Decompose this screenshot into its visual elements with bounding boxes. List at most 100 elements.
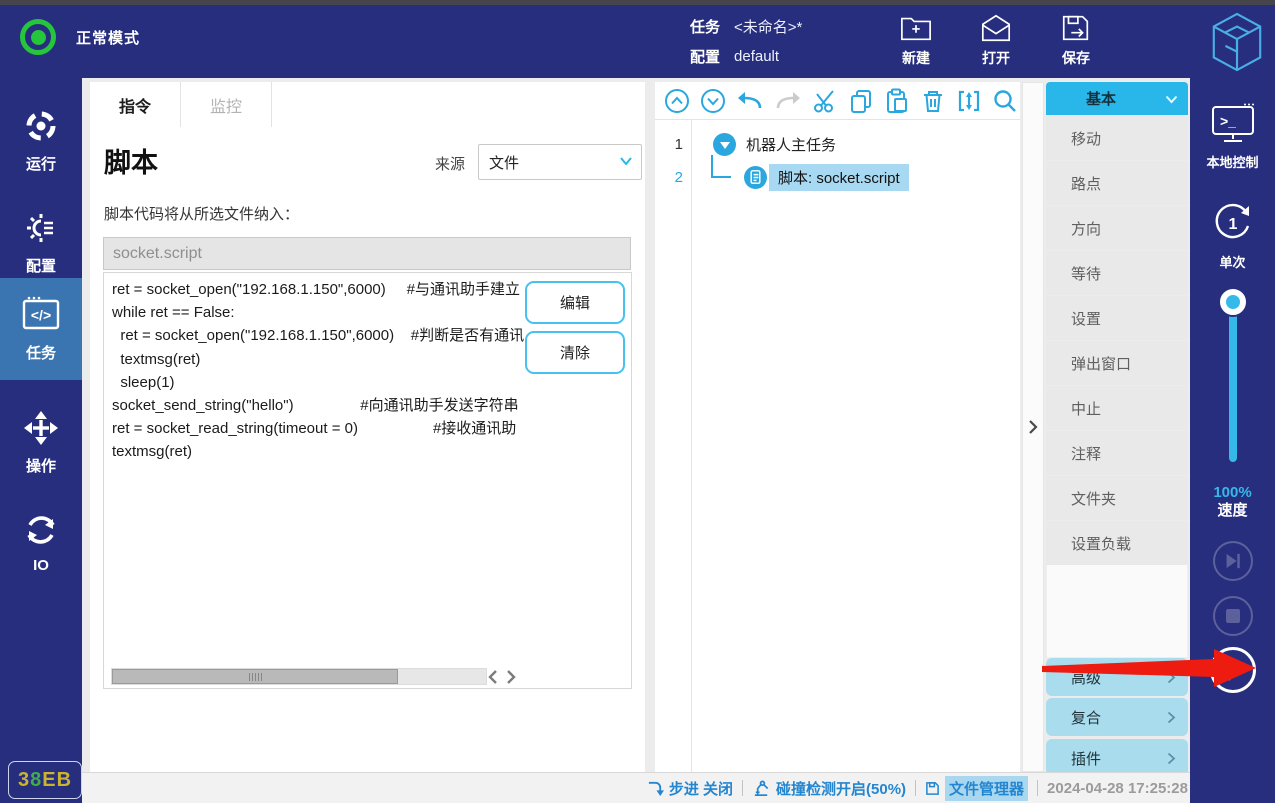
gutter-divider <box>691 120 692 772</box>
code-line: sleep(1) <box>112 371 623 394</box>
control-rail: >_ 本地控制 1 单次 100% 速度 <box>1190 78 1275 803</box>
clear-button[interactable]: 清除 <box>525 331 625 374</box>
step-mode-toggle[interactable]: 步进 关闭 <box>647 778 733 799</box>
local-control-button[interactable]: >_ 本地控制 <box>1190 102 1275 171</box>
tree-row-script[interactable]: 2 脚本: socket.script <box>655 163 909 191</box>
scroll-right-icon[interactable] <box>506 670 516 684</box>
search-icon[interactable] <box>992 88 1018 114</box>
edit-button[interactable]: 编辑 <box>525 281 625 324</box>
config-label: 配置 <box>690 46 720 67</box>
skip-icon <box>1222 551 1244 571</box>
source-select-value: 文件 <box>489 152 519 173</box>
mode-label: 正常模式 <box>76 27 140 48</box>
save-icon <box>1060 13 1092 43</box>
sidebar-operate-label: 操作 <box>26 455 56 476</box>
collision-detection-toggle[interactable]: 碰撞检测开启(50%) <box>752 778 906 799</box>
instruction-popup[interactable]: 弹出窗口 <box>1046 341 1188 385</box>
topbar: 正常模式 任务 <未命名>* 配置 default 新建 打开 <box>0 5 1275 78</box>
speed-slider-track[interactable] <box>1229 304 1237 462</box>
script-file-field[interactable]: socket.script <box>103 237 631 270</box>
category-advanced-label: 高级 <box>1071 667 1101 688</box>
open-file-icon <box>980 13 1012 43</box>
task-name: <未命名>* <box>734 16 802 37</box>
sidebar-item-io[interactable]: IO <box>0 502 82 592</box>
clock-timestamp: 2024-04-28 17:25:28 <box>1047 780 1188 797</box>
panel-expander[interactable] <box>1022 82 1044 772</box>
line-number: 2 <box>655 169 691 186</box>
delete-icon[interactable] <box>920 88 946 114</box>
new-file-icon <box>900 13 932 43</box>
instruction-waypoint[interactable]: 路点 <box>1046 161 1188 205</box>
svg-text:>_: >_ <box>1220 113 1236 129</box>
copy-icon[interactable] <box>848 88 874 114</box>
status-bar: 步进 关闭 碰撞检测开启(50%) 文件管理器 2024-04-28 17:25… <box>82 772 1190 803</box>
script-hint: 脚本代码将从所选文件纳入： <box>104 203 299 224</box>
instruction-abort[interactable]: 中止 <box>1046 386 1188 430</box>
file-manager-button[interactable]: 文件管理器 <box>925 776 1028 801</box>
sidebar-item-task-active[interactable]: </> 任务 <box>0 278 82 380</box>
file-manager-label: 文件管理器 <box>945 776 1028 801</box>
move-up-icon[interactable] <box>664 88 690 114</box>
safety-code-badge[interactable]: 3 8 E B <box>8 761 82 799</box>
instruction-folder[interactable]: 文件夹 <box>1046 476 1188 520</box>
source-label: 来源 <box>435 153 465 174</box>
terminal-icon: >_ <box>1209 102 1257 146</box>
chevron-down-icon <box>619 156 633 166</box>
new-task-button[interactable]: 新建 <box>885 13 947 68</box>
play-button[interactable] <box>1210 647 1256 693</box>
gear-icon <box>23 210 59 246</box>
scrollbar-arrows <box>488 669 516 685</box>
speed-label: 速度 <box>1190 502 1275 520</box>
instruction-move[interactable]: 移动 <box>1046 116 1188 160</box>
script-editor-panel: 脚本 来源 文件 脚本代码将从所选文件纳入： socket.script ret… <box>90 127 645 772</box>
scrollbar-thumb[interactable] <box>112 669 398 684</box>
open-task-button[interactable]: 打开 <box>965 13 1027 68</box>
move-down-icon[interactable] <box>700 88 726 114</box>
redo-icon[interactable] <box>774 88 802 114</box>
import-script-icon[interactable] <box>956 88 982 114</box>
tree-row-main-task[interactable]: 1 机器人主任务 <box>655 130 836 158</box>
cut-icon[interactable] <box>812 88 838 114</box>
category-compound[interactable]: 复合 <box>1046 698 1188 736</box>
instruction-comment[interactable]: 注释 <box>1046 431 1188 475</box>
instruction-wait[interactable]: 等待 <box>1046 251 1188 295</box>
undo-icon[interactable] <box>736 88 764 114</box>
topbar-actions: 新建 打开 保存 <box>885 13 1107 68</box>
open-task-label: 打开 <box>982 48 1010 68</box>
scroll-left-icon[interactable] <box>488 670 498 684</box>
stop-button[interactable] <box>1213 596 1253 636</box>
page-title: 脚本 <box>104 141 158 180</box>
sidebar-item-operate[interactable]: 操作 <box>0 400 82 490</box>
instruction-set-payload[interactable]: 设置负载 <box>1046 521 1188 565</box>
sidebar-task-label: 任务 <box>26 342 56 363</box>
instruction-set[interactable]: 设置 <box>1046 296 1188 340</box>
tab-instruction[interactable]: 指令 <box>90 82 181 127</box>
run-icon <box>23 108 59 144</box>
single-run-button[interactable]: 1 单次 <box>1190 200 1275 271</box>
paste-icon[interactable] <box>884 88 910 114</box>
collapse-toggle-icon[interactable] <box>713 133 736 156</box>
sidebar-item-config[interactable]: 配置 <box>0 200 82 290</box>
local-control-label: 本地控制 <box>1206 152 1258 171</box>
speed-slider-knob[interactable] <box>1220 289 1246 315</box>
speed-percent: 100% <box>1190 484 1275 502</box>
source-select[interactable]: 文件 <box>478 144 642 180</box>
step-forward-button[interactable] <box>1213 541 1253 581</box>
code-line: ret = socket_read_string(timeout = 0) #接… <box>112 417 623 440</box>
tree-script-label: 脚本: socket.script <box>769 164 909 191</box>
step-mode-label: 步进 关闭 <box>669 778 733 799</box>
single-cycle-icon: 1 <box>1210 200 1256 246</box>
instruction-direction[interactable]: 方向 <box>1046 206 1188 250</box>
category-compound-label: 复合 <box>1071 707 1101 728</box>
program-tree: 1 机器人主任务 2 脚本: socket.script <box>655 120 1020 772</box>
save-task-button[interactable]: 保存 <box>1045 13 1107 68</box>
horizontal-scrollbar[interactable] <box>111 668 487 685</box>
code-line: socket_send_string("hello") #向通讯助手发送字符串 <box>112 394 623 417</box>
tab-monitor[interactable]: 监控 <box>181 82 272 127</box>
single-run-label: 单次 <box>1219 252 1245 271</box>
category-basic-header[interactable]: 基本 <box>1046 82 1188 115</box>
sidebar-item-run[interactable]: 运行 <box>0 98 82 188</box>
divider <box>915 780 916 796</box>
category-advanced[interactable]: 高级 <box>1046 658 1188 696</box>
badge-char: 8 <box>30 769 42 792</box>
